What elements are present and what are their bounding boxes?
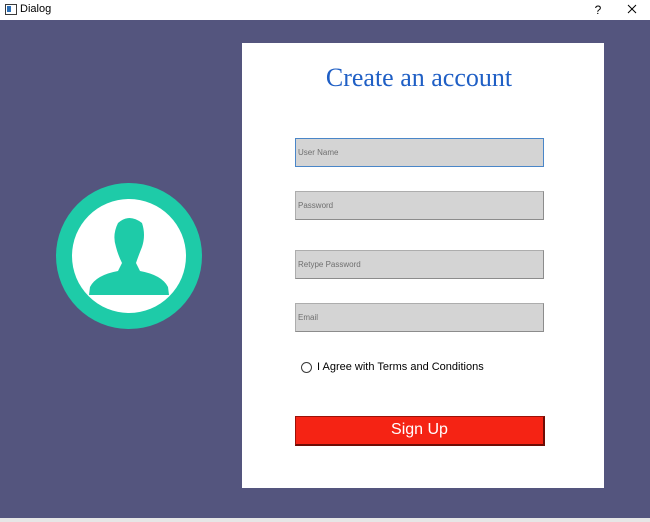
page-title: Create an account bbox=[325, 63, 513, 92]
title-bar: Dialog ? bbox=[0, 0, 650, 21]
terms-option[interactable]: I Agree with Terms and Conditions bbox=[301, 360, 484, 374]
close-button[interactable] bbox=[618, 0, 646, 20]
user-avatar-icon bbox=[56, 183, 202, 329]
window-bottom-edge bbox=[0, 518, 650, 522]
dialog-window: Dialog ? Create an account I Agree with … bbox=[0, 0, 650, 522]
signup-card: Create an account I Agree with Terms and… bbox=[242, 43, 604, 488]
close-icon bbox=[627, 4, 637, 14]
window-title: Dialog bbox=[20, 3, 52, 15]
window-icon bbox=[5, 4, 17, 15]
signup-button[interactable]: Sign Up bbox=[295, 416, 545, 446]
retype-password-field[interactable] bbox=[295, 250, 544, 279]
terms-radio[interactable] bbox=[301, 361, 312, 373]
help-button[interactable]: ? bbox=[586, 0, 610, 20]
email-field[interactable] bbox=[295, 303, 544, 332]
terms-label: I Agree with Terms and Conditions bbox=[317, 361, 484, 373]
username-field[interactable] bbox=[295, 138, 544, 167]
password-field[interactable] bbox=[295, 191, 544, 220]
